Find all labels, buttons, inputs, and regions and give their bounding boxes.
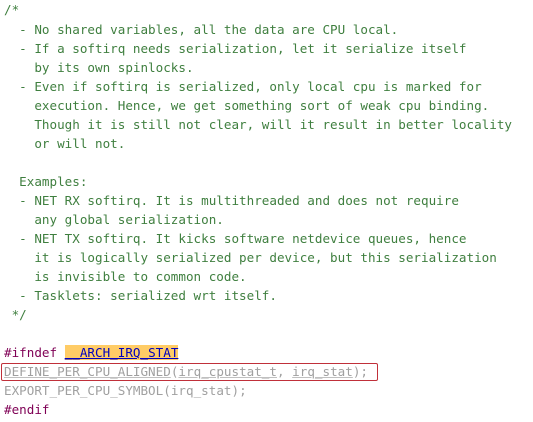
close-paren: ); <box>231 383 247 398</box>
annotation-box <box>1 363 378 381</box>
comment-line: or will not. <box>4 136 126 151</box>
comment-line: - Tasklets: serialized wrt itself. <box>4 288 277 303</box>
comment-line: */ <box>4 307 27 322</box>
ifndef-keyword: #ifndef <box>4 345 58 360</box>
code-editor[interactable]: /* - No shared variables, all the data a… <box>0 0 533 422</box>
comment-line: execution. Hence, we get something sort … <box>4 98 490 113</box>
export-argument[interactable]: irq_stat <box>171 383 232 398</box>
comment-line: is invisible to common code. <box>4 269 247 284</box>
comment-line: - Even if softirq is serialized, only lo… <box>4 79 482 94</box>
comment-line: Examples: <box>4 174 88 189</box>
export-symbol-line: EXPORT_PER_CPU_SYMBOL(irq_stat); <box>4 381 247 400</box>
arch-irq-stat-macro[interactable]: __ARCH_IRQ_STAT <box>64 345 179 360</box>
comment-line: by its own spinlocks. <box>4 60 194 75</box>
open-paren: ( <box>163 383 171 398</box>
comment-line: - No shared variables, all the data are … <box>4 22 399 37</box>
comment-line: Though it is still not clear, will it re… <box>4 117 512 132</box>
comment-line: - NET RX softirq. It is multithreaded an… <box>4 193 459 208</box>
comment-line: it is logically serialized per device, b… <box>4 250 497 265</box>
comment-line: - NET TX softirq. It kicks software netd… <box>4 231 467 246</box>
export-macro-name[interactable]: EXPORT_PER_CPU_SYMBOL <box>4 383 163 398</box>
endif-line: #endif <box>4 402 50 417</box>
ifndef-line: #ifndef __ARCH_IRQ_STAT <box>4 343 179 362</box>
comment-line: /* <box>4 2 20 17</box>
comment-line: any global serialization. <box>4 212 224 227</box>
comment-line: - If a softirq needs serialization, let … <box>4 41 467 56</box>
